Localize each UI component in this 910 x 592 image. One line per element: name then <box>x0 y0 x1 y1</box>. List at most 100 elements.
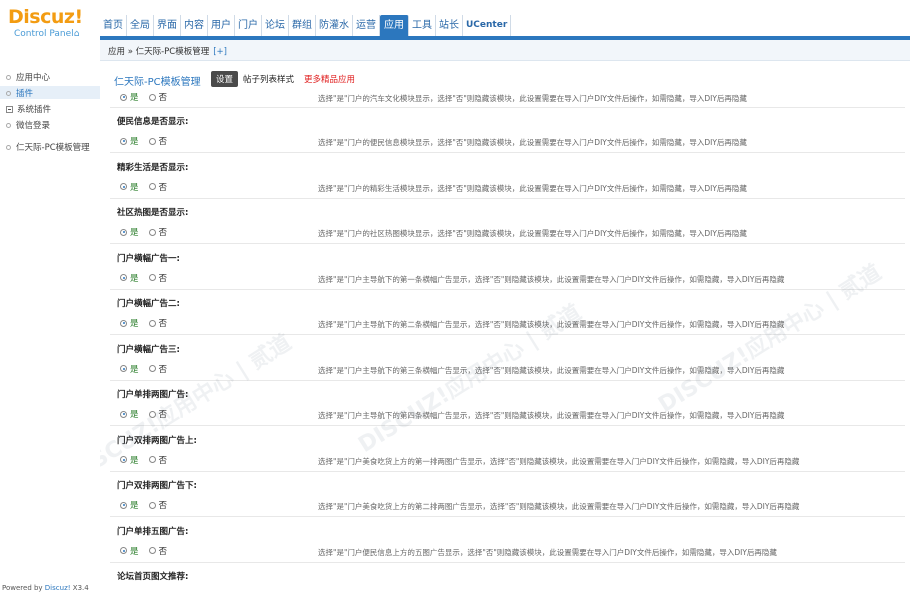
radio-yes-label[interactable]: 是 <box>130 499 139 511</box>
radio-yes-button[interactable] <box>120 93 127 101</box>
radio-yes-label[interactable]: 是 <box>130 545 139 557</box>
nav-content[interactable]: 内容 <box>181 15 208 36</box>
row-divider <box>110 379 905 381</box>
logo-subtitle: Control Panel⌂ <box>14 29 100 39</box>
radio-no-button[interactable] <box>148 93 156 101</box>
nav-portal[interactable]: 门户 <box>235 15 262 36</box>
radio-no-label[interactable]: 否 <box>159 454 168 466</box>
discuz-logo[interactable]: Discuz! Control Panel⌂ <box>8 8 100 40</box>
sidebar-item-template-manager[interactable]: 仁天际-PC模板管理 <box>6 141 90 153</box>
radio-no-button[interactable] <box>148 274 156 281</box>
add-shortcut-button[interactable]: [+] <box>213 47 227 57</box>
radio-yes-label[interactable]: 是 <box>130 181 139 193</box>
radio-no-label[interactable]: 否 <box>159 272 168 284</box>
radio-yes-label[interactable]: 是 <box>130 454 139 466</box>
setting-description: 选择"是"门户的精彩生活模块显示，选择"否"则隐藏该模块，此设置需要在导入门户D… <box>318 183 747 193</box>
sidebar-item-wechat-login[interactable]: 微信登录 <box>6 119 50 131</box>
page-title: 仁天际-PC模板管理 <box>114 77 201 88</box>
logo-subtitle-text: Control Panel <box>14 29 74 39</box>
yes-no-radio-group: 是否 <box>120 545 167 557</box>
radio-yes-label[interactable]: 是 <box>130 226 139 238</box>
setting-label: 门户双排两图广告上: <box>117 435 197 446</box>
sidebar-item-system-plugins[interactable]: 系统插件 <box>6 103 51 115</box>
nav-antispam[interactable]: 防灌水 <box>316 15 353 36</box>
radio-yes-button[interactable] <box>120 547 127 554</box>
sidebar-item-label: 插件 <box>16 89 34 99</box>
row-divider <box>110 288 905 290</box>
nav-admin[interactable]: 站长 <box>436 15 463 36</box>
radio-yes-label[interactable]: 是 <box>130 135 139 147</box>
row-divider <box>110 470 905 472</box>
setting-label: 门户横幅广告一: <box>117 253 180 264</box>
nav-operations[interactable]: 运营 <box>353 15 380 36</box>
setting-label: 社区热图是否显示: <box>117 208 189 218</box>
powered-link[interactable]: Discuz! <box>45 584 71 592</box>
yes-no-radio-group: 是否 <box>120 226 167 238</box>
radio-yes-label[interactable]: 是 <box>130 317 139 329</box>
radio-no-label[interactable]: 否 <box>159 317 168 329</box>
radio-no-button[interactable] <box>148 228 156 236</box>
row-divider <box>110 516 905 517</box>
setting-description: 选择"是"门户的便民信息模块显示，选择"否"则隐藏该模块，此设置需要在导入门户D… <box>318 138 747 147</box>
radio-yes-button[interactable] <box>120 410 127 418</box>
yes-no-radio-group: 是否 <box>120 135 167 147</box>
radio-no-label[interactable]: 否 <box>159 181 168 193</box>
radio-no-label[interactable]: 否 <box>159 363 168 375</box>
sidebar-item-label: 系统插件 <box>17 105 52 115</box>
radio-no-button[interactable] <box>148 410 156 418</box>
nav-home[interactable]: 首页 <box>100 15 127 36</box>
radio-yes-button[interactable] <box>120 319 127 327</box>
breadcrumb-text[interactable]: 应用 » 仁天际-PC模板管理 <box>108 47 209 57</box>
yes-no-radio-group: 是否 <box>120 454 167 466</box>
radio-no-button[interactable] <box>148 456 156 463</box>
tab-post-list-styles[interactable]: 帖子列表样式 <box>243 73 294 85</box>
row-divider <box>110 334 905 335</box>
yes-no-radio-group: 是否 <box>120 317 167 329</box>
radio-yes-label[interactable]: 是 <box>130 272 139 284</box>
sidebar-item-app-center[interactable]: 应用中心 <box>6 71 50 83</box>
radio-no-label[interactable]: 否 <box>159 135 168 147</box>
nav-groups[interactable]: 群组 <box>289 15 316 36</box>
radio-no-button[interactable] <box>148 365 156 372</box>
row-divider <box>110 152 905 153</box>
radio-no-button[interactable] <box>148 319 156 327</box>
sidebar-item-plugins[interactable]: 插件 <box>6 87 33 99</box>
nav-users[interactable]: 用户 <box>208 15 235 36</box>
nav-global[interactable]: 全局 <box>127 15 154 36</box>
radio-yes-label[interactable]: 是 <box>130 408 139 420</box>
tab-more-apps[interactable]: 更多精品应用 <box>304 73 355 85</box>
nav-apps[interactable]: 应用 <box>380 15 409 36</box>
radio-no-button[interactable] <box>148 137 156 145</box>
sidebar-item-label: 微信登录 <box>16 121 51 131</box>
sidebar-item-label: 仁天际-PC模板管理 <box>16 143 90 153</box>
collapse-icon[interactable] <box>6 105 13 113</box>
radio-yes-button[interactable] <box>120 456 127 463</box>
nav-interface[interactable]: 界面 <box>154 15 181 36</box>
row-divider <box>110 197 905 199</box>
radio-yes-button[interactable] <box>120 228 127 236</box>
radio-no-label[interactable]: 否 <box>159 545 168 557</box>
radio-yes-button[interactable] <box>120 365 127 372</box>
setting-description: 选择"是"门户美食吃货上方的第一排两图广告显示，选择"否"则隐藏该模块，此设置需… <box>318 456 800 466</box>
setting-label: 门户双排两图广告下: <box>117 481 197 491</box>
nav-forum[interactable]: 论坛 <box>262 15 289 36</box>
setting-description: 选择"是"门户主导航下的第三条横幅广告显示，选择"否"则隐藏该模块，此设置需要在… <box>318 365 785 375</box>
radio-no-button[interactable] <box>148 183 156 190</box>
yes-no-radio-group: 是否 <box>120 363 167 375</box>
radio-yes-button[interactable] <box>120 274 127 281</box>
powered-prefix: Powered by <box>2 584 45 592</box>
radio-yes-label[interactable]: 是 <box>130 363 139 375</box>
radio-no-button[interactable] <box>148 501 156 509</box>
top-nav: 首页 全局 界面 内容 用户 门户 论坛 群组 防灌水 运营 应用 工具 站长 … <box>100 15 512 37</box>
radio-no-label[interactable]: 否 <box>159 408 168 420</box>
radio-yes-button[interactable] <box>120 137 127 145</box>
radio-no-button[interactable] <box>148 547 156 554</box>
radio-yes-button[interactable] <box>120 501 127 509</box>
radio-no-label[interactable]: 否 <box>159 226 168 238</box>
radio-yes-button[interactable] <box>120 183 127 190</box>
nav-ucenter[interactable]: UCenter <box>463 15 512 36</box>
top-header: Discuz! Control Panel⌂ 首页 全局 界面 内容 用户 门户… <box>0 0 910 40</box>
tab-settings[interactable]: 设置 <box>211 71 239 87</box>
nav-tools[interactable]: 工具 <box>409 15 436 36</box>
radio-no-label[interactable]: 否 <box>159 499 168 511</box>
